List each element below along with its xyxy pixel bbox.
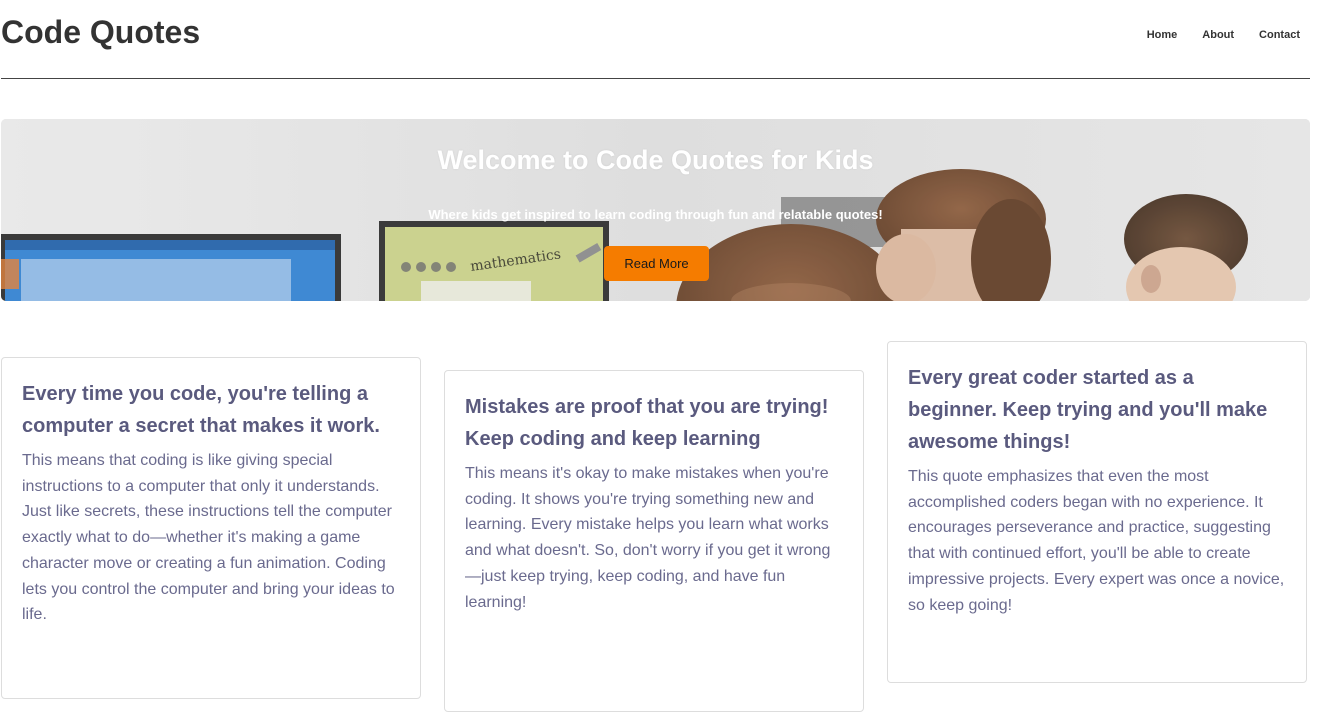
- quote-title: Every great coder started as a beginner.…: [908, 367, 1268, 453]
- hero-title: Welcome to Code Quotes for Kids: [437, 145, 874, 175]
- main-nav: Home About Contact: [1147, 28, 1300, 42]
- quote-title: Every time you code, you're telling a co…: [22, 383, 380, 437]
- quote-explanation: This means it's okay to make mistakes wh…: [465, 465, 831, 611]
- quote-card: Every great coder started as a beginner.…: [887, 341, 1307, 683]
- quote-title: Mistakes are proof that you are trying! …: [465, 396, 829, 450]
- nav-contact-link[interactable]: Contact: [1259, 28, 1300, 42]
- nav-about-link[interactable]: About: [1202, 28, 1234, 42]
- read-more-button[interactable]: Read More: [604, 246, 709, 281]
- quote-card: Mistakes are proof that you are trying! …: [444, 370, 864, 712]
- nav-home-link[interactable]: Home: [1147, 28, 1178, 42]
- hero-subtitle: Where kids get inspired to learn coding …: [428, 207, 883, 222]
- hero-banner: mathematics Welcome to Code Quotes for K…: [1, 119, 1310, 301]
- site-header: Code Quotes Home About Contact: [1, 0, 1310, 79]
- quote-card: Every time you code, you're telling a co…: [1, 357, 421, 699]
- site-title: Code Quotes: [1, 14, 201, 50]
- quote-explanation: This means that coding is like giving sp…: [22, 452, 395, 624]
- quote-explanation: This quote emphasizes that even the most…: [908, 468, 1285, 614]
